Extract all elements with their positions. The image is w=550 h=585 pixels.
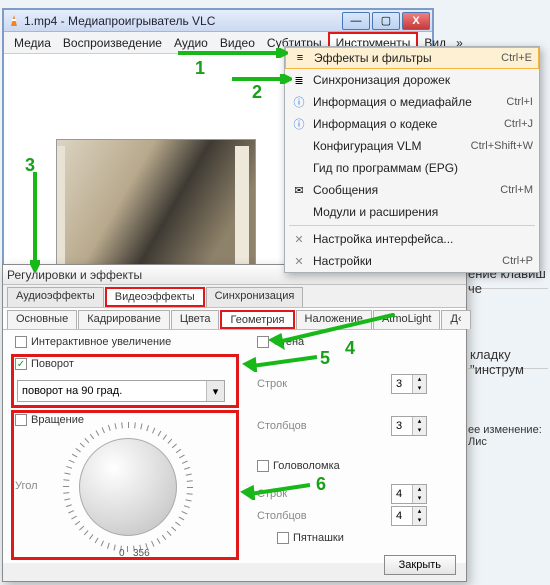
bg-text: кладку "инструм xyxy=(470,347,550,377)
menu-preferences[interactable]: ✕ Настройки Ctrl+P xyxy=(285,250,539,272)
maximize-button[interactable]: ▢ xyxy=(372,12,400,30)
annotation-arrow xyxy=(178,48,288,58)
spinner-buttons-icon: ▴▾ xyxy=(412,375,426,393)
annotation-arrow xyxy=(30,172,40,272)
close-button[interactable]: Закрыть xyxy=(384,555,456,575)
checkbox-icon xyxy=(257,460,269,472)
menu-effects-filters[interactable]: ≡ Эффекты и фильтры Ctrl+E xyxy=(285,47,539,69)
geometry-panel: Интерактивное увеличение ✓ Поворот повор… xyxy=(3,329,466,563)
menu-media[interactable]: Медиа xyxy=(8,34,57,52)
annotation-number-1: 1 xyxy=(195,58,205,79)
sync-icon: ≣ xyxy=(291,72,307,88)
annotation-number-6: 6 xyxy=(316,474,326,495)
minimize-button[interactable]: — xyxy=(342,12,370,30)
rows-label: Строк xyxy=(257,378,287,390)
tools-dropdown: ≡ Эффекты и фильтры Ctrl+E ≣ Синхронизац… xyxy=(284,46,540,273)
menu-separator xyxy=(289,225,535,226)
annotation-arrow xyxy=(240,480,315,500)
annotation-number-2: 2 xyxy=(252,82,262,103)
close-button[interactable]: X xyxy=(402,12,430,30)
menu-epg[interactable]: Гид по программам (EPG) xyxy=(285,157,539,179)
tab-audio-effects[interactable]: Аудиоэффекты xyxy=(7,287,104,307)
menu-plugins[interactable]: Модули и расширения xyxy=(285,201,539,223)
message-icon: ✉ xyxy=(291,182,307,198)
annotation-highlight xyxy=(11,354,239,408)
effects-tabs-main: Аудиоэффекты Видеоэффекты Синхронизация xyxy=(3,285,466,307)
menu-codec-info[interactable]: ⓘ Информация о кодеке Ctrl+J xyxy=(285,113,539,135)
blank-icon xyxy=(291,160,307,176)
annotation-number-3: 3 xyxy=(25,155,35,176)
annotation-arrow xyxy=(268,310,398,350)
menu-track-sync[interactable]: ≣ Синхронизация дорожек xyxy=(285,69,539,91)
titlebar: 1.mp4 - Медиапроигрыватель VLC — ▢ X xyxy=(4,10,432,32)
tab-colors[interactable]: Цвета xyxy=(171,310,220,329)
annotation-number-4: 4 xyxy=(345,338,355,359)
menu-playback[interactable]: Воспроизведение xyxy=(57,34,168,52)
blank-icon xyxy=(291,204,307,220)
annotation-number-5: 5 xyxy=(320,348,330,369)
tab-video-effects[interactable]: Видеоэффекты xyxy=(105,287,205,307)
tiles-checkbox[interactable]: Пятнашки xyxy=(277,532,344,544)
menu-media-info[interactable]: ⓘ Информация о медиафайле Ctrl+I xyxy=(285,91,539,113)
tab-basic[interactable]: Основные xyxy=(7,310,77,329)
menu-vlm-config[interactable]: Конфигурация VLM Ctrl+Shift+W xyxy=(285,135,539,157)
cols-label: Столбцов xyxy=(257,420,307,432)
cols2-spinner[interactable]: 4▴▾ xyxy=(391,506,427,526)
spinner-buttons-icon: ▴▾ xyxy=(412,417,426,435)
interactive-zoom-checkbox[interactable]: Интерактивное увеличение xyxy=(15,336,171,348)
video-frame xyxy=(56,139,256,284)
checkbox-icon xyxy=(15,336,27,348)
vlc-cone-icon xyxy=(8,14,20,28)
menu-messages[interactable]: ✉ Сообщения Ctrl+M xyxy=(285,179,539,201)
spinner-buttons-icon: ▴▾ xyxy=(412,507,426,525)
tools-icon: ✕ xyxy=(291,253,307,269)
annotation-arrow xyxy=(242,352,322,372)
tab-synchronization[interactable]: Синхронизация xyxy=(206,287,304,307)
puzzle-checkbox[interactable]: Головоломка xyxy=(257,460,340,472)
tab-crop[interactable]: Кадрирование xyxy=(78,310,170,329)
bg-text: ее изменение: Лис xyxy=(468,424,550,448)
cols-spinner[interactable]: 3▴▾ xyxy=(391,416,427,436)
info-icon: ⓘ xyxy=(291,94,307,110)
rows-spinner[interactable]: 3▴▾ xyxy=(391,374,427,394)
rows2-spinner[interactable]: 4▴▾ xyxy=(391,484,427,504)
menu-customize-interface[interactable]: ✕ Настройка интерфейса... xyxy=(285,228,539,250)
effects-icon: ≡ xyxy=(292,50,308,66)
checkbox-icon xyxy=(277,532,289,544)
info-icon: ⓘ xyxy=(291,116,307,132)
window-title: 1.mp4 - Медиапроигрыватель VLC xyxy=(24,14,342,28)
annotation-highlight xyxy=(11,410,239,560)
cols2-label: Столбцов xyxy=(257,510,307,522)
spinner-buttons-icon: ▴▾ xyxy=(412,485,426,503)
tools-icon: ✕ xyxy=(291,231,307,247)
blank-icon xyxy=(291,138,307,154)
tab-more[interactable]: Д‹ xyxy=(441,310,470,329)
